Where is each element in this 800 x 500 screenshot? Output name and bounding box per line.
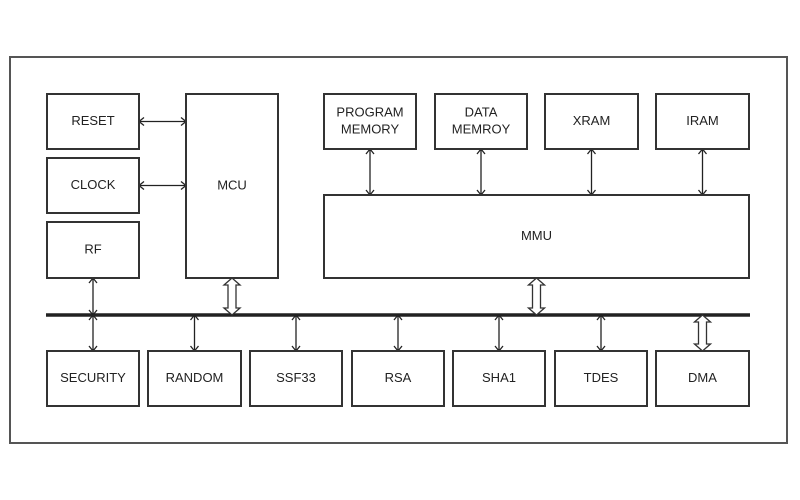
block-label: PROGRAM (336, 104, 403, 119)
block-label: IRAM (686, 113, 719, 128)
block-label: SHA1 (482, 370, 516, 385)
block-diagram: RESET CLOCK RF MCU PROGRAM MEMORY DATA MEMROY XR… (9, 56, 788, 444)
block-label: TDES (584, 370, 619, 385)
block-label: MEMORY (341, 121, 400, 136)
block-mcu: MCU (185, 93, 279, 279)
block-dma: DMA (655, 350, 750, 407)
block-label: CLOCK (71, 177, 116, 192)
block-reset: RESET (46, 93, 140, 150)
block-label: DMA (688, 370, 717, 385)
block-rsa: RSA (351, 350, 445, 407)
block-security: SECURITY (46, 350, 140, 407)
block-rf: RF (46, 221, 140, 279)
block-label: RANDOM (166, 370, 224, 385)
block-label: SSF33 (276, 370, 316, 385)
block-label: MMU (521, 228, 552, 243)
block-iram: IRAM (655, 93, 750, 150)
block-label: DATA (465, 104, 498, 119)
block-tdes: TDES (554, 350, 648, 407)
block-data-memory: DATA MEMROY (434, 93, 528, 150)
block-random: RANDOM (147, 350, 242, 407)
block-label: RSA (385, 370, 412, 385)
block-clock: CLOCK (46, 157, 140, 214)
block-label: RF (84, 241, 101, 256)
block-label: MEMROY (452, 121, 511, 136)
block-label: RESET (71, 113, 114, 128)
block-sha1: SHA1 (452, 350, 546, 407)
block-program-memory: PROGRAM MEMORY (323, 93, 417, 150)
block-ssf33: SSF33 (249, 350, 343, 407)
block-mmu: MMU (323, 194, 750, 279)
block-label: MCU (217, 177, 247, 192)
block-xram: XRAM (544, 93, 639, 150)
block-label: XRAM (573, 113, 611, 128)
block-label: SECURITY (60, 370, 126, 385)
